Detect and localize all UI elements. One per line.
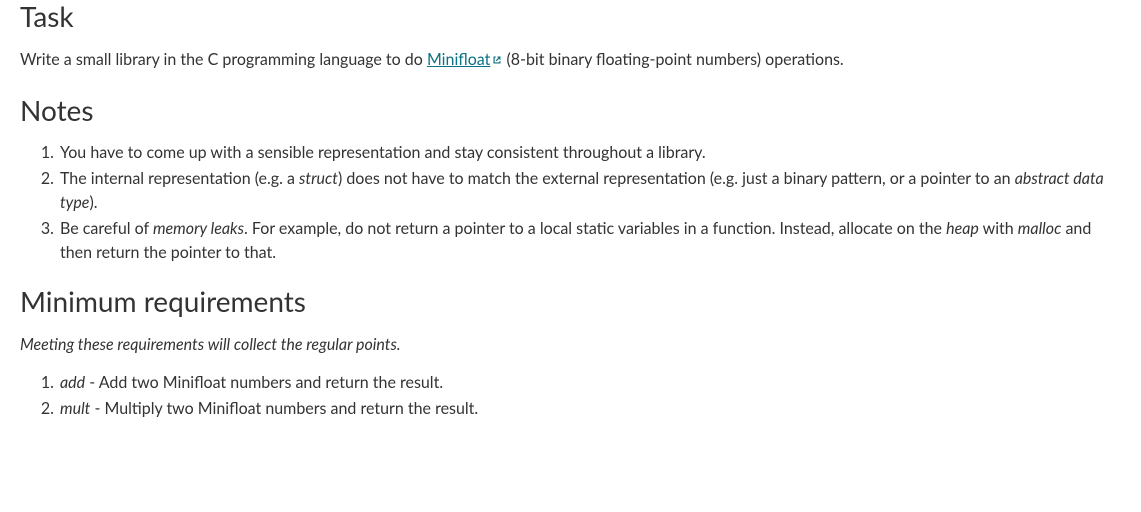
notes-heading: Notes [20, 94, 1121, 128]
text-run: with [979, 219, 1018, 238]
list-item: mult - Multiply two Minifloat numbers an… [58, 397, 1121, 421]
text-run: struct [299, 169, 338, 188]
text-run: . For example, do not return a pointer t… [244, 219, 946, 238]
task-intro: Write a small library in the C programmi… [20, 48, 1121, 72]
text-run: ). [89, 193, 97, 212]
text-run: mult [60, 399, 90, 418]
text-run: You have to come up with a sensible repr… [60, 143, 706, 162]
text-run: - Add two Minifloat numbers and return t… [85, 373, 443, 392]
minreq-subnote: Meeting these requirements will collect … [20, 333, 1121, 357]
text-run: The internal representation (e.g. a [60, 169, 299, 188]
task-intro-prefix: Write a small library in the C programmi… [20, 50, 427, 69]
list-item: Be careful of memory leaks. For example,… [58, 217, 1121, 265]
text-run: memory leaks [153, 219, 244, 238]
task-intro-suffix: (8-bit binary floating-point numbers) op… [502, 50, 843, 69]
text-run: malloc [1018, 219, 1062, 238]
task-heading: Task [20, 0, 1121, 34]
text-run: Be careful of [60, 219, 153, 238]
list-item: You have to come up with a sensible repr… [58, 141, 1121, 165]
minreq-heading: Minimum requirements [20, 285, 1121, 319]
external-link-icon [492, 48, 502, 72]
minifloat-link[interactable]: Minifloat [427, 50, 490, 69]
text-run: ) does not have to match the external re… [338, 169, 1015, 188]
text-run: - Multiply two Minifloat numbers and ret… [90, 399, 478, 418]
text-run: heap [946, 219, 979, 238]
list-item: add - Add two Minifloat numbers and retu… [58, 371, 1121, 395]
notes-list: You have to come up with a sensible repr… [20, 141, 1121, 265]
text-run: add [60, 373, 85, 392]
list-item: The internal representation (e.g. a stru… [58, 167, 1121, 215]
minreq-list: add - Add two Minifloat numbers and retu… [20, 371, 1121, 421]
